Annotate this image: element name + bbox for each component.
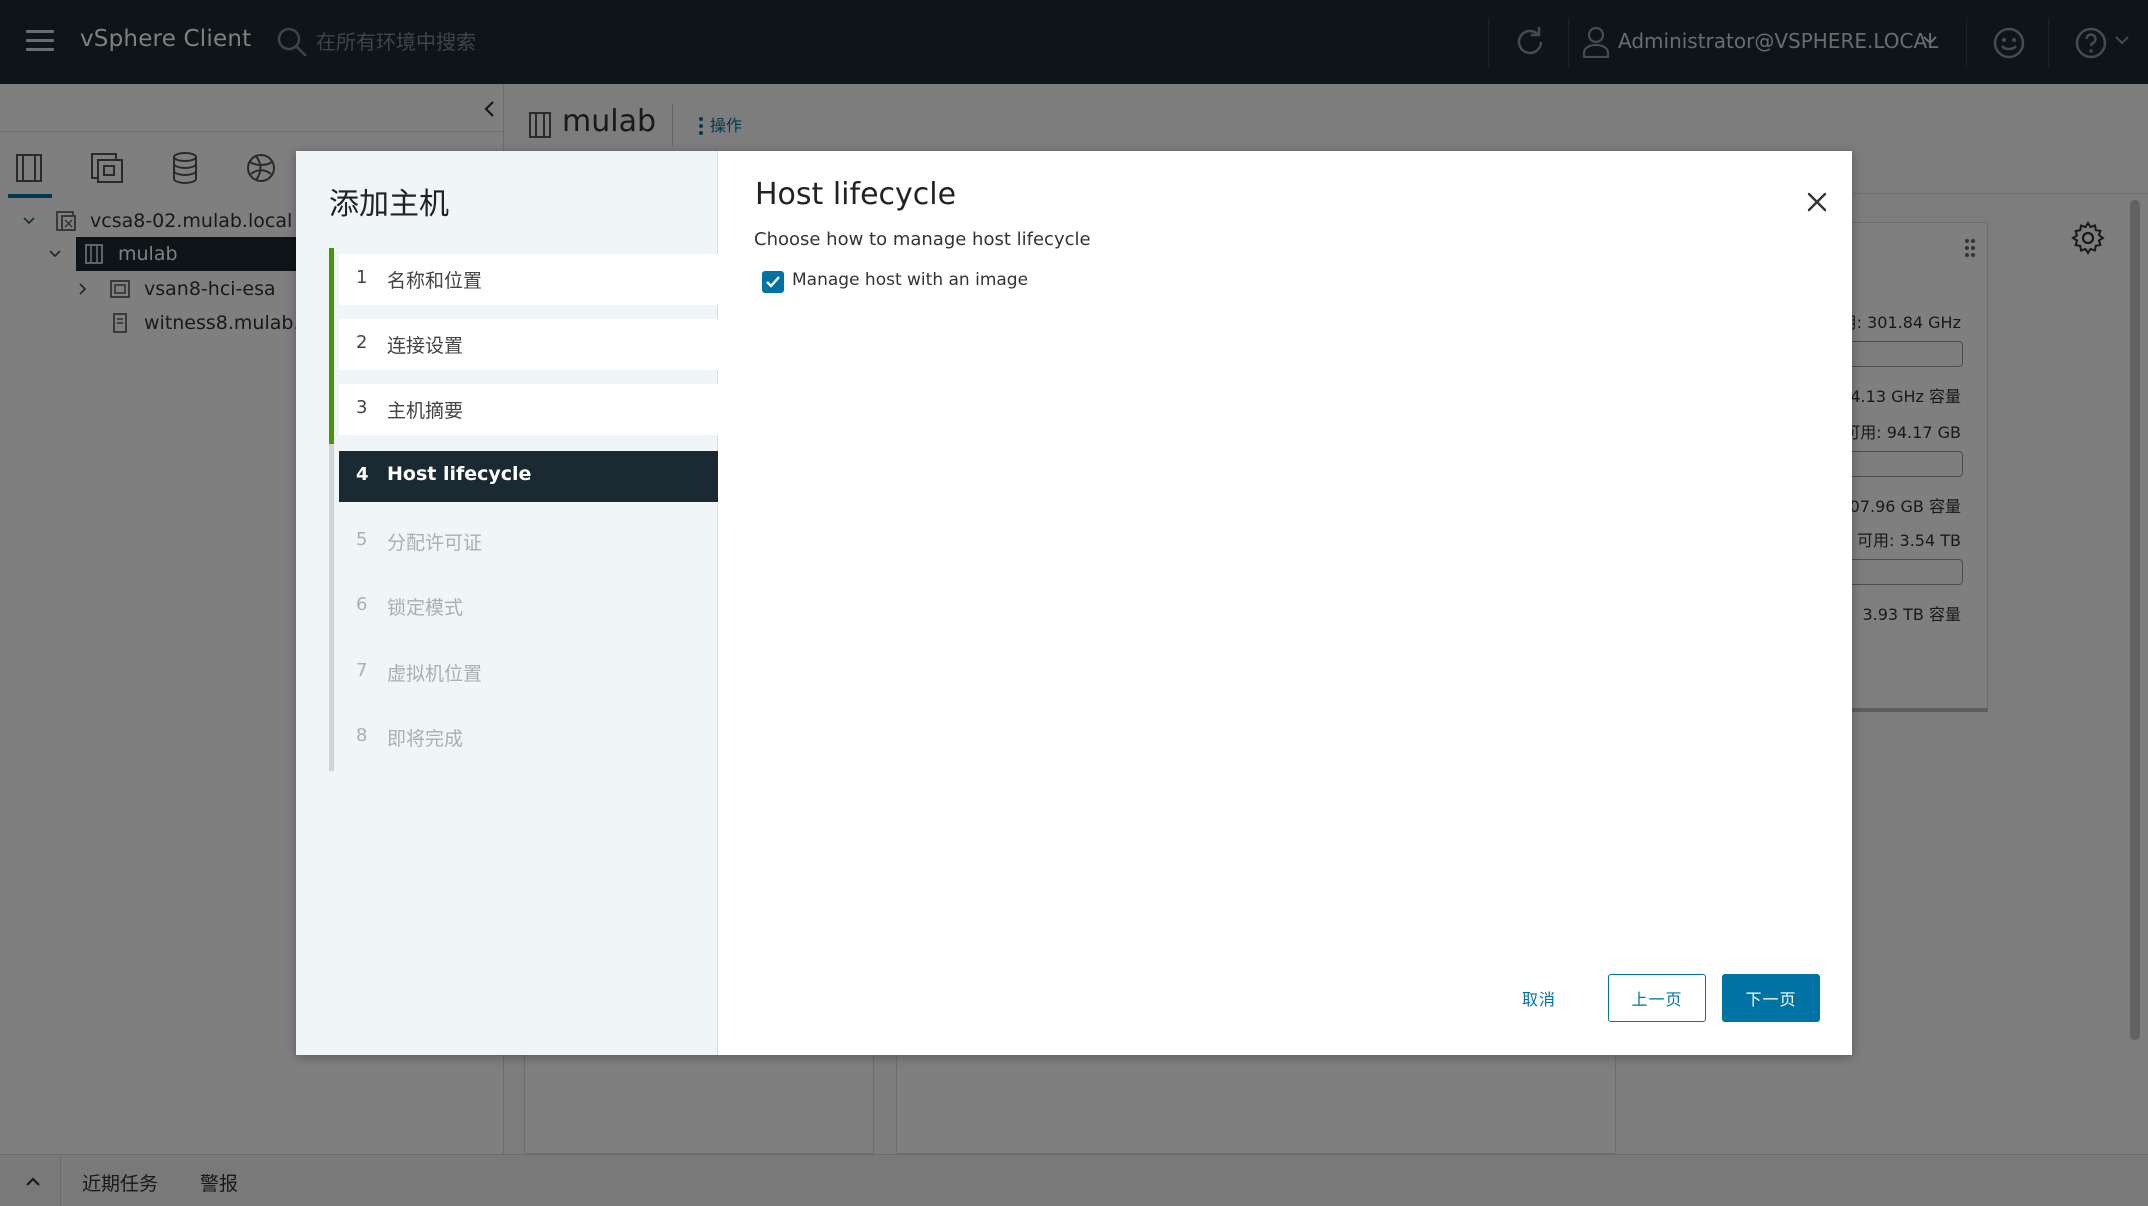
- step-label: 锁定模式: [387, 597, 464, 619]
- next-button[interactable]: 下一页: [1722, 974, 1820, 1022]
- step-label: 名称和位置: [387, 270, 483, 292]
- step-number: 1: [356, 267, 368, 288]
- step-number: 8: [356, 725, 368, 746]
- wizard-step-1[interactable]: 1 名称和位置: [339, 254, 718, 305]
- wizard-step-5: 5 分配许可证: [339, 516, 718, 567]
- wizard-step-7: 7 虚拟机位置: [339, 647, 718, 698]
- step-number: 3: [356, 397, 368, 418]
- wizard-step-3[interactable]: 3 主机摘要: [339, 384, 718, 435]
- wizard-steps-panel: 添加主机 1 名称和位置 2 连接设置 3 主机摘要 4 Host lifecy…: [296, 151, 718, 1055]
- wizard-step-8: 8 即将完成: [339, 712, 718, 763]
- wizard-title: 添加主机: [329, 187, 449, 222]
- wizard-step-6: 6 锁定模式: [339, 581, 718, 632]
- step-number: 6: [356, 594, 368, 615]
- cancel-button[interactable]: 取消: [1496, 974, 1582, 1022]
- step-number: 7: [356, 660, 368, 681]
- close-icon[interactable]: [1804, 189, 1830, 215]
- step-label: 主机摘要: [387, 400, 464, 422]
- step-label: 分配许可证: [387, 532, 483, 554]
- add-host-wizard: 添加主机 1 名称和位置 2 连接设置 3 主机摘要 4 Host lifecy…: [296, 151, 1852, 1055]
- step-number: 2: [356, 332, 368, 353]
- step-title: Host lifecycle: [755, 177, 957, 212]
- manage-with-image-label[interactable]: Manage host with an image: [792, 270, 1028, 290]
- step-label: Host lifecycle: [387, 463, 532, 485]
- back-button[interactable]: 上一页: [1608, 974, 1706, 1022]
- wizard-step-4[interactable]: 4 Host lifecycle: [339, 451, 718, 502]
- step-label: 即将完成: [387, 728, 464, 750]
- checkmark-icon: [766, 276, 780, 288]
- step-subtitle: Choose how to manage host lifecycle: [754, 229, 1091, 250]
- manage-with-image-checkbox[interactable]: [762, 271, 784, 293]
- step-number: 4: [356, 464, 369, 485]
- step-label: 虚拟机位置: [387, 663, 483, 685]
- steps-progress-completed: [329, 248, 334, 444]
- wizard-step-2[interactable]: 2 连接设置: [339, 319, 718, 370]
- step-number: 5: [356, 529, 368, 550]
- step-label: 连接设置: [387, 335, 464, 357]
